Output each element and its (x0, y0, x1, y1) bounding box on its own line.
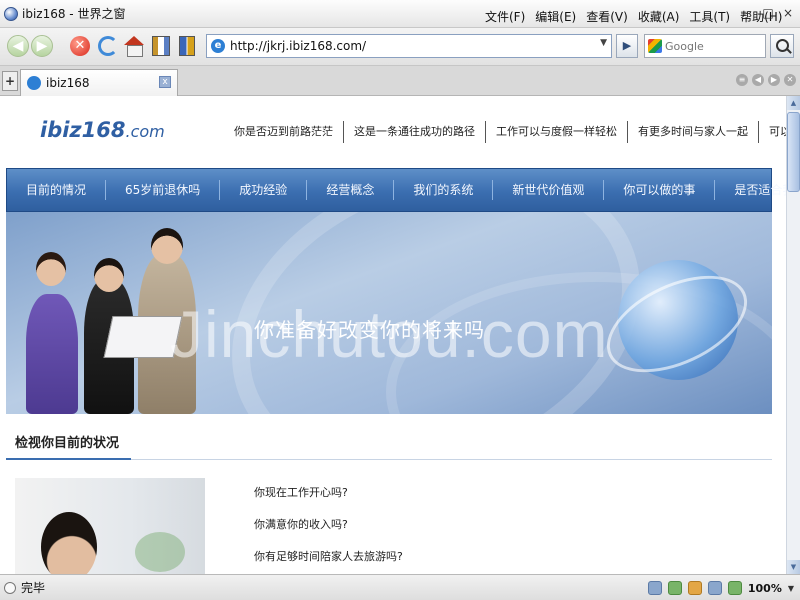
scroll-down-icon[interactable]: ▼ (787, 560, 800, 574)
home-icon (123, 36, 145, 57)
favorites-button[interactable] (149, 34, 173, 58)
forward-button[interactable]: ▶ (30, 34, 54, 58)
question-list: 你现在工作开心吗? 你满意你的收入吗? 你有足够时间陪家人去旅游吗? (254, 484, 403, 574)
page-viewport: ibiz168.com 你是否迈到前路茫茫 这是一条通往成功的路径 工作可以与度… (0, 96, 786, 574)
status-bar: 完毕 100% ▼ (0, 574, 800, 600)
hero-banner: 你准备好改变你的将来吗 (6, 212, 772, 414)
main-nav: 目前的情况 65岁前退休吗 成功经验 经营概念 我们的系统 新世代价值观 你可以… (6, 168, 786, 212)
logo-text: ibiz168 (40, 118, 126, 142)
tab-close-all-icon[interactable]: ✕ (784, 74, 796, 86)
top-link-1[interactable]: 你是否迈到前路茫茫 (224, 121, 344, 143)
scroll-up-icon[interactable]: ▲ (787, 96, 800, 110)
laptop-icon (103, 316, 183, 358)
close-button[interactable]: × (782, 6, 794, 20)
search-box[interactable] (644, 34, 766, 58)
navigation-toolbar: ◀ ▶ ✕ e http://jkrj.ibiz168.com/ ▼ ▶ (0, 28, 800, 66)
browser-logo-icon (4, 6, 18, 21)
refresh-button[interactable] (96, 34, 120, 58)
vertical-scrollbar[interactable]: ▲ ▼ (786, 96, 800, 574)
question-2: 你满意你的收入吗? (254, 518, 348, 531)
go-button[interactable]: ▶ (616, 34, 638, 58)
nav-retire-before-65[interactable]: 65岁前退休吗 (106, 180, 221, 200)
zoom-level[interactable]: 100% (748, 582, 782, 595)
refresh-icon (98, 36, 118, 56)
nav-current-situation[interactable]: 目前的情况 (7, 180, 107, 200)
head-man-light (151, 228, 183, 264)
top-link-3[interactable]: 工作可以与度假一样轻松 (486, 121, 628, 143)
address-bar[interactable]: e http://jkrj.ibiz168.com/ ▼ (206, 34, 612, 58)
home-button[interactable] (122, 34, 146, 58)
forward-arrow-icon: ▶ (31, 35, 53, 57)
nav-what-you-can-do[interactable]: 你可以做的事 (604, 180, 716, 200)
section-accent-line (6, 458, 131, 460)
tab-list-icon[interactable]: ≡ (736, 74, 748, 86)
status-tools: 100% ▼ (647, 581, 794, 595)
tab-label: ibiz168 (46, 76, 90, 90)
page-favicon-icon: e (211, 39, 225, 53)
tab-favicon-icon (27, 76, 41, 90)
menu-view[interactable]: 查看(V) (586, 8, 628, 25)
nav-suitable-for-us[interactable]: 是否适合我们 (715, 180, 786, 200)
person-woman (26, 294, 78, 414)
zoom-icon[interactable] (727, 581, 742, 595)
nav-new-values[interactable]: 新世代价值观 (493, 180, 605, 200)
back-button[interactable]: ◀ (6, 34, 30, 58)
nav-our-system[interactable]: 我们的系统 (394, 180, 494, 200)
scroll-thumb[interactable] (787, 112, 800, 192)
page-status-icon (4, 581, 16, 594)
maximize-button[interactable]: □ (762, 6, 774, 20)
section-title: 检视你目前的状况 (15, 436, 120, 451)
tab-next-icon[interactable]: ▶ (768, 74, 780, 86)
head-woman (36, 252, 66, 286)
zoom-dropdown-icon[interactable]: ▼ (788, 584, 794, 593)
bookmark-button[interactable] (175, 34, 199, 58)
top-links: 你是否迈到前路茫茫 这是一条通往成功的路径 工作可以与度假一样轻松 有更多时间与… (224, 121, 786, 143)
back-arrow-icon: ◀ (7, 35, 29, 57)
popup-blocker-icon[interactable] (667, 581, 682, 595)
menu-edit[interactable]: 编辑(E) (535, 8, 576, 25)
banner-headline: 你准备好改变你的将来吗 (254, 318, 485, 342)
menu-favorites[interactable]: 收藏(A) (638, 8, 680, 25)
window-controls: – □ × (742, 6, 794, 20)
tab-ibiz168[interactable]: ibiz168 x (20, 69, 178, 96)
network-icon[interactable] (707, 581, 722, 595)
top-link-2[interactable]: 这是一条通往成功的路径 (344, 121, 486, 143)
photo-plant (135, 532, 185, 572)
logo-suffix: .com (125, 122, 165, 141)
head-man-dark (94, 258, 124, 292)
tab-bar: + ibiz168 x ≡ ◀ ▶ ✕ (0, 66, 800, 96)
tab-controls: ≡ ◀ ▶ ✕ (736, 74, 796, 86)
photo-person (41, 512, 97, 574)
minimize-button[interactable]: – (742, 6, 754, 20)
nav-business-concept[interactable]: 经营概念 (307, 180, 395, 200)
new-tab-button[interactable]: + (2, 71, 18, 91)
stop-button[interactable]: ✕ (68, 34, 92, 58)
google-icon (648, 39, 662, 53)
top-link-4[interactable]: 有更多时间与家人一起 (628, 121, 759, 143)
woman-photo (15, 478, 205, 574)
status-text: 完毕 (21, 581, 46, 595)
address-dropdown-icon[interactable]: ▼ (600, 38, 607, 48)
search-input[interactable] (665, 39, 755, 53)
tab-close-icon[interactable]: x (159, 76, 171, 88)
menu-tools[interactable]: 工具(T) (689, 8, 730, 25)
top-link-5[interactable]: 可以实现梦想 (759, 121, 786, 143)
question-1: 你现在工作开心吗? (254, 486, 348, 499)
security-icon[interactable] (647, 581, 662, 595)
book-icon (179, 36, 195, 56)
favorites-icon (152, 36, 170, 56)
question-3: 你有足够时间陪家人去旅游吗? (254, 550, 403, 563)
download-icon[interactable] (687, 581, 702, 595)
window-title: ibiz168 - 世界之窗 (22, 7, 126, 21)
tab-prev-icon[interactable]: ◀ (752, 74, 764, 86)
site-logo[interactable]: ibiz168.com (40, 118, 165, 142)
search-button[interactable] (770, 34, 794, 58)
menu-file[interactable]: 文件(F) (485, 8, 525, 25)
address-text[interactable]: http://jkrj.ibiz168.com/ (230, 39, 366, 53)
stop-icon: ✕ (70, 36, 90, 56)
business-people-image (26, 224, 216, 414)
nav-success-experience[interactable]: 成功经验 (220, 180, 308, 200)
